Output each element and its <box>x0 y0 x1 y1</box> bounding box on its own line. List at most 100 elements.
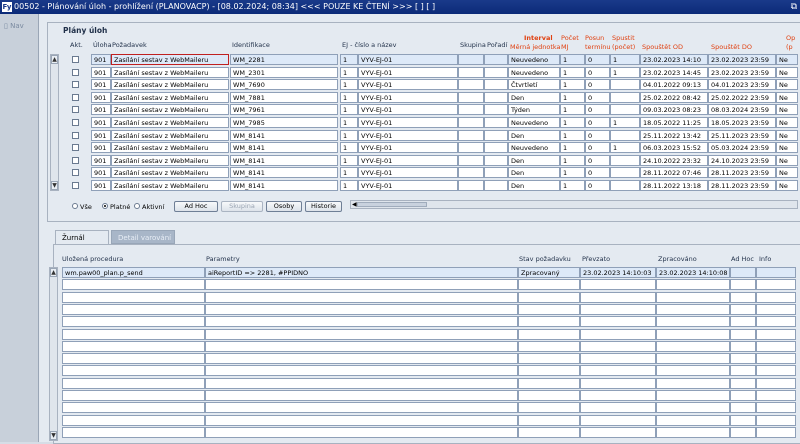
plan-cell-posun[interactable]: 0 <box>585 154 610 166</box>
plan-cell-do[interactable]: 25.11.2023 23:59 <box>708 129 776 141</box>
plan-cell-ident[interactable]: WM_8141 <box>230 167 338 179</box>
journal-empty-row[interactable] <box>54 340 796 353</box>
journal-row[interactable]: wm.paw00_plan.p_send aiReportID => 2281, … <box>54 267 796 279</box>
journal-cell-procedura[interactable]: wm.paw00_plan.p_send <box>62 267 205 278</box>
journal-cell-zpracovano[interactable] <box>656 402 730 414</box>
plan-cell-op[interactable]: Ne <box>776 142 798 154</box>
plan-row[interactable]: 901 Zasílání sestav z WebMaileru WM_2301 1 V… <box>48 66 798 79</box>
active-checkbox[interactable] <box>72 81 79 89</box>
plan-cell-skupina[interactable] <box>458 104 484 116</box>
journal-cell-procedura[interactable] <box>62 377 205 389</box>
plan-cell-spustit[interactable]: 1 <box>610 66 640 78</box>
plan-cell-od[interactable]: 28.11.2022 07:46 <box>640 167 708 179</box>
journal-cell-info[interactable] <box>756 303 796 315</box>
plan-cell-do[interactable]: 05.03.2024 23:59 <box>708 142 776 154</box>
journal-cell-zpracovano[interactable] <box>656 365 730 377</box>
journal-cell-procedura[interactable] <box>62 390 205 401</box>
journal-cell-parametry[interactable]: aiReportID => 2281, #PPIDNO <box>205 267 518 278</box>
journal-cell-prevzato[interactable] <box>580 328 656 340</box>
journal-cell-stav[interactable] <box>518 365 580 377</box>
plan-cell-od[interactable]: 28.11.2022 13:18 <box>640 180 708 191</box>
plan-cell-pozadavek[interactable]: Zasílání sestav z WebMaileru <box>111 180 229 191</box>
active-checkbox[interactable] <box>72 169 79 177</box>
plan-cell-pozadavek[interactable]: Zasílání sestav z WebMaileru <box>111 54 229 65</box>
plan-cell-interval[interactable]: Den <box>508 129 560 141</box>
active-checkbox[interactable] <box>72 56 79 63</box>
scroll-thumb[interactable] <box>357 202 427 207</box>
active-checkbox[interactable] <box>72 68 79 76</box>
plan-row[interactable]: 901 Zasílání sestav z WebMaileru WM_7961 1 V… <box>48 104 798 116</box>
plan-cell-pozadavek[interactable]: Zasílání sestav z WebMaileru <box>111 66 229 78</box>
plan-cell-posun[interactable]: 0 <box>585 129 610 141</box>
plan-cell-pocet[interactable]: 1 <box>560 142 585 154</box>
journal-cell-procedura[interactable] <box>62 328 205 340</box>
plan-cell-posun[interactable]: 0 <box>585 79 610 91</box>
tab-detail-varovani[interactable]: Detail varování <box>111 230 175 244</box>
plan-cell-spustit[interactable] <box>610 104 640 116</box>
journal-cell-parametry[interactable] <box>205 303 518 315</box>
journal-cell-stav[interactable] <box>518 390 580 401</box>
journal-cell-prevzato[interactable] <box>580 390 656 401</box>
journal-cell-stav[interactable] <box>518 291 580 303</box>
journal-cell-parametry[interactable] <box>205 291 518 303</box>
journal-cell-stav[interactable] <box>518 328 580 340</box>
journal-cell-zpracovano[interactable] <box>656 390 730 401</box>
journal-cell-info[interactable] <box>756 402 796 414</box>
plan-cell-pozadavek[interactable]: Zasílání sestav z WebMaileru <box>111 91 229 103</box>
plan-cell-op[interactable]: Ne <box>776 180 798 191</box>
plan-cell-pocet[interactable]: 1 <box>560 104 585 116</box>
plan-cell-pocet[interactable]: 1 <box>560 154 585 166</box>
adhoc-button[interactable]: Ad Hoc <box>174 201 218 212</box>
journal-cell-zpracovano[interactable] <box>656 303 730 315</box>
plan-cell-do[interactable]: 18.05.2023 23:59 <box>708 117 776 128</box>
journal-cell-info[interactable] <box>756 365 796 377</box>
journal-cell-parametry[interactable] <box>205 365 518 377</box>
plan-cell-posun[interactable]: 0 <box>585 180 610 191</box>
plan-cell-od[interactable]: 24.10.2022 23:32 <box>640 154 708 166</box>
osoby-button[interactable]: Osoby <box>266 201 302 212</box>
journal-cell-info[interactable] <box>756 279 796 291</box>
plan-cell-od[interactable]: 09.03.2023 08:23 <box>640 104 708 116</box>
plan-cell-pozadavek[interactable]: Zasílání sestav z WebMaileru <box>111 142 229 154</box>
plan-cell-spustit[interactable] <box>610 91 640 103</box>
plan-cell-do[interactable]: 24.10.2023 23:59 <box>708 154 776 166</box>
plan-cell-ident[interactable]: WM_8141 <box>230 180 338 191</box>
journal-cell-prevzato[interactable] <box>580 377 656 389</box>
active-checkbox[interactable] <box>72 144 79 152</box>
journal-empty-row[interactable] <box>54 426 796 439</box>
journal-cell-procedura[interactable] <box>62 291 205 303</box>
plan-cell-poradi[interactable] <box>484 79 508 91</box>
plan-cell-ident[interactable]: WM_7881 <box>230 91 338 103</box>
journal-empty-row[interactable] <box>54 291 796 304</box>
plan-cell-skupina[interactable] <box>458 54 484 65</box>
historie-button[interactable]: Historie <box>305 201 342 212</box>
journal-cell-stav[interactable] <box>518 353 580 365</box>
plan-cell-ej-name[interactable]: VYV-EJ-01 <box>358 117 458 128</box>
journal-cell-procedura[interactable] <box>62 303 205 315</box>
journal-empty-row[interactable] <box>54 377 796 390</box>
journal-empty-row[interactable] <box>54 279 796 291</box>
journal-cell-adhoc[interactable] <box>730 340 756 352</box>
journal-cell-prevzato[interactable] <box>580 365 656 377</box>
plan-cell-interval[interactable]: Neuvedeno <box>508 54 560 65</box>
journal-cell-prevzato[interactable] <box>580 353 656 365</box>
journal-cell-prevzato[interactable] <box>580 340 656 352</box>
journal-cell-info[interactable] <box>756 414 796 426</box>
plan-row[interactable]: 901 Zasílání sestav z WebMaileru WM_7985 1 V… <box>48 117 798 129</box>
journal-cell-info[interactable] <box>756 291 796 303</box>
plan-cell-ej-num[interactable]: 1 <box>340 66 358 78</box>
journal-cell-prevzato[interactable] <box>580 414 656 426</box>
plan-cell-spustit[interactable] <box>610 167 640 179</box>
plan-cell-pocet[interactable]: 1 <box>560 129 585 141</box>
plan-cell-uloha[interactable]: 901 <box>91 154 111 166</box>
plan-cell-ej-name[interactable]: VYV-EJ-01 <box>358 79 458 91</box>
plan-cell-op[interactable]: Ne <box>776 104 798 116</box>
plan-cell-posun[interactable]: 0 <box>585 91 610 103</box>
journal-cell-procedura[interactable] <box>62 402 205 414</box>
plan-cell-do[interactable]: 23.02.2023 23:59 <box>708 66 776 78</box>
plan-cell-ej-num[interactable]: 1 <box>340 79 358 91</box>
journal-cell-prevzato[interactable] <box>580 402 656 414</box>
plan-cell-od[interactable]: 18.05.2022 11:25 <box>640 117 708 128</box>
journal-cell-procedura[interactable] <box>62 426 205 438</box>
plan-cell-do[interactable]: 25.02.2022 23:59 <box>708 91 776 103</box>
